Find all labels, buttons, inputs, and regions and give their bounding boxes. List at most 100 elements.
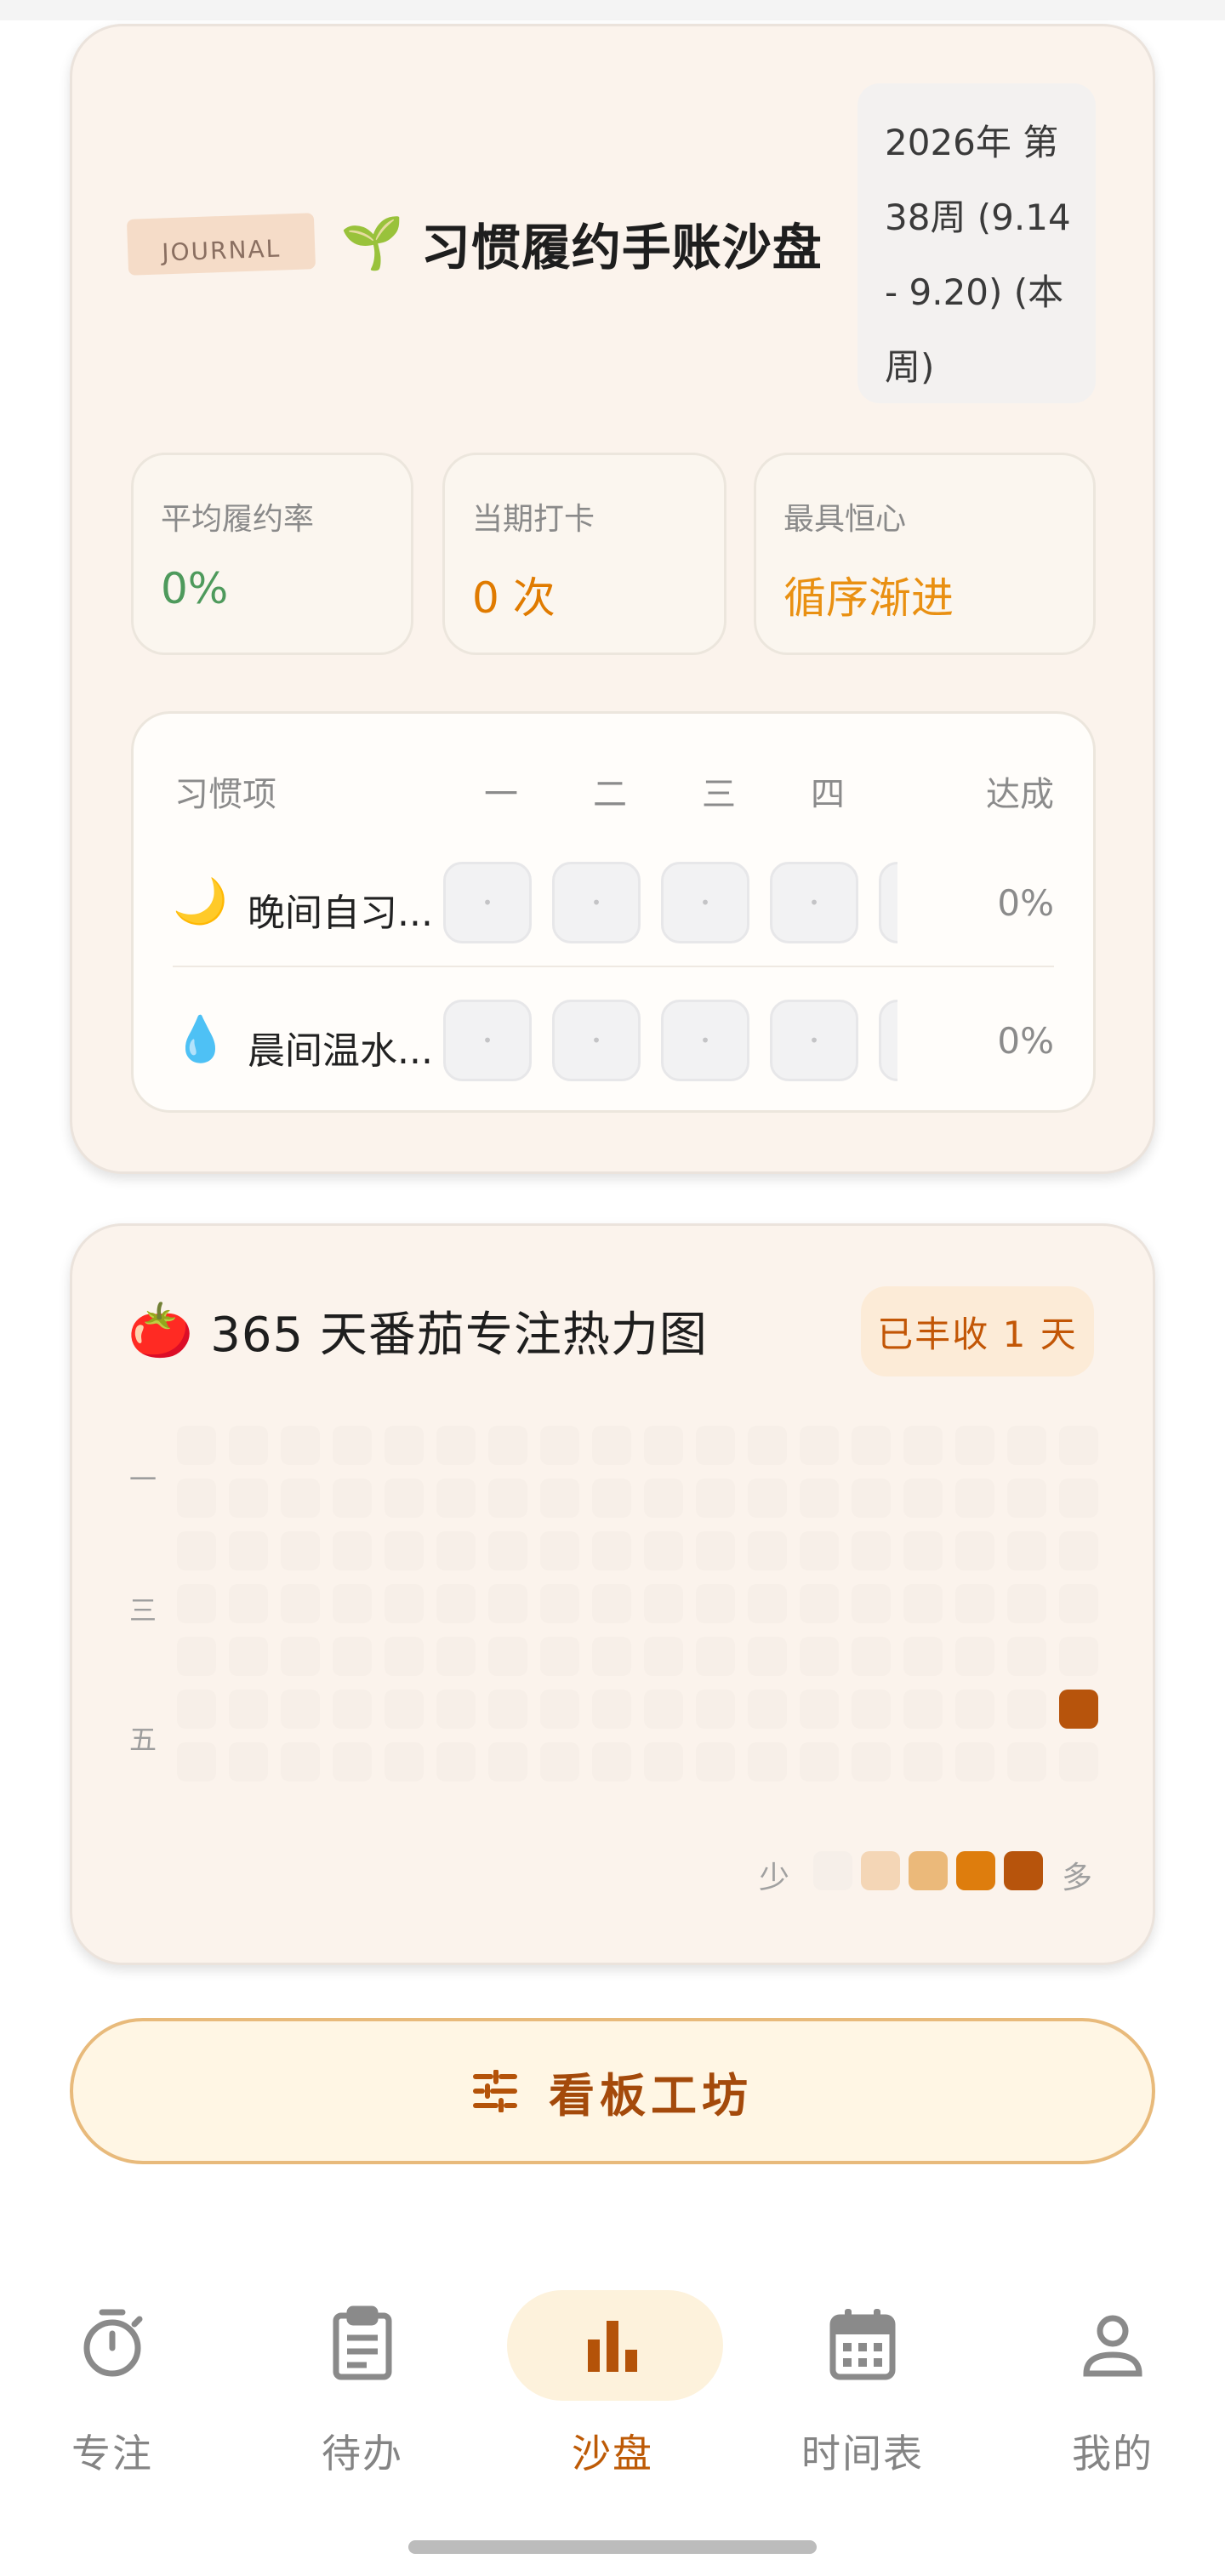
checkin-cell[interactable]: • xyxy=(661,862,749,943)
heatmap-cell[interactable] xyxy=(1007,1742,1046,1781)
heatmap-cell[interactable] xyxy=(177,1426,216,1465)
heatmap-cell[interactable] xyxy=(436,1531,476,1570)
habit-name[interactable]: 晚间自习... xyxy=(248,882,448,937)
heatmap-cell[interactable] xyxy=(592,1637,631,1676)
checkin-cell[interactable]: • xyxy=(770,1000,858,1081)
heatmap-cell[interactable] xyxy=(696,1742,735,1781)
heatmap-cell[interactable] xyxy=(177,1479,216,1518)
heatmap-cell[interactable] xyxy=(800,1426,839,1465)
heatmap-cell[interactable] xyxy=(488,1637,527,1676)
heatmap-cell[interactable] xyxy=(229,1479,268,1518)
heatmap-cell[interactable] xyxy=(955,1426,994,1465)
heatmap-cell[interactable] xyxy=(488,1479,527,1518)
heatmap-cell[interactable] xyxy=(903,1531,943,1570)
heatmap-cell[interactable] xyxy=(333,1690,372,1729)
heatmap-cell[interactable] xyxy=(696,1426,735,1465)
habit-name[interactable]: 晨间温水... xyxy=(248,1020,448,1074)
nav-tab-timetable[interactable]: 时间表 xyxy=(752,2271,973,2476)
heatmap-cell[interactable] xyxy=(333,1531,372,1570)
heatmap-cell[interactable] xyxy=(385,1479,424,1518)
heatmap-cell[interactable] xyxy=(592,1690,631,1729)
heatmap-cell[interactable] xyxy=(696,1637,735,1676)
heatmap-cell[interactable] xyxy=(540,1637,579,1676)
heatmap-cell[interactable] xyxy=(1007,1690,1046,1729)
heatmap-cell[interactable] xyxy=(644,1742,683,1781)
heatmap-cell[interactable] xyxy=(955,1479,994,1518)
heatmap-cell[interactable] xyxy=(540,1690,579,1729)
heatmap-cell[interactable] xyxy=(1059,1742,1098,1781)
heatmap-cell[interactable] xyxy=(1007,1637,1046,1676)
heatmap-cell[interactable] xyxy=(281,1584,320,1623)
heatmap-cell[interactable] xyxy=(229,1584,268,1623)
checkin-cell-partial[interactable] xyxy=(879,1000,897,1081)
heatmap-cell[interactable] xyxy=(488,1531,527,1570)
heatmap-cell[interactable] xyxy=(1007,1584,1046,1623)
heatmap-cell[interactable] xyxy=(1059,1479,1098,1518)
heatmap-cell[interactable] xyxy=(488,1584,527,1623)
heatmap-cell[interactable] xyxy=(540,1479,579,1518)
heatmap-cell[interactable] xyxy=(229,1742,268,1781)
heatmap-cell[interactable] xyxy=(852,1742,891,1781)
heatmap-cell[interactable] xyxy=(748,1479,787,1518)
heatmap-cell[interactable] xyxy=(436,1742,476,1781)
heatmap-cell[interactable] xyxy=(955,1637,994,1676)
heatmap-cell[interactable] xyxy=(385,1426,424,1465)
heatmap-cell[interactable] xyxy=(281,1742,320,1781)
heatmap-cell[interactable] xyxy=(748,1637,787,1676)
heatmap-cell[interactable] xyxy=(800,1637,839,1676)
heatmap-cell[interactable] xyxy=(333,1742,372,1781)
heatmap-cell[interactable] xyxy=(903,1690,943,1729)
heatmap-cell[interactable] xyxy=(955,1742,994,1781)
heatmap-cell[interactable] xyxy=(592,1584,631,1623)
checkin-cell[interactable]: • xyxy=(552,862,641,943)
heatmap-cell[interactable] xyxy=(644,1584,683,1623)
heatmap-cell[interactable] xyxy=(281,1690,320,1729)
heatmap-cell[interactable] xyxy=(748,1531,787,1570)
heatmap-cell[interactable] xyxy=(696,1584,735,1623)
heatmap-cell[interactable] xyxy=(488,1426,527,1465)
heatmap-cell[interactable] xyxy=(436,1690,476,1729)
heatmap-cell[interactable] xyxy=(333,1426,372,1465)
heatmap-cell[interactable] xyxy=(436,1479,476,1518)
heatmap-cell[interactable] xyxy=(333,1584,372,1623)
heatmap-cell[interactable] xyxy=(436,1637,476,1676)
heatmap-cell[interactable] xyxy=(436,1426,476,1465)
heatmap-cell[interactable] xyxy=(955,1690,994,1729)
heatmap-cell[interactable] xyxy=(229,1690,268,1729)
heatmap-cell[interactable] xyxy=(644,1426,683,1465)
heatmap-cell[interactable] xyxy=(385,1690,424,1729)
heatmap-cell[interactable] xyxy=(592,1426,631,1465)
heatmap-cell[interactable] xyxy=(748,1690,787,1729)
heatmap-cell[interactable] xyxy=(229,1531,268,1570)
heatmap-cell[interactable] xyxy=(229,1426,268,1465)
heatmap-cell[interactable] xyxy=(177,1584,216,1623)
heatmap-cell[interactable] xyxy=(385,1531,424,1570)
heatmap-cell[interactable] xyxy=(903,1637,943,1676)
heatmap-cell[interactable] xyxy=(1007,1479,1046,1518)
week-range-selector[interactable]: 2026年 第38周 (9.14 - 9.20) (本周) xyxy=(858,83,1096,403)
checkin-cell[interactable]: • xyxy=(552,1000,641,1081)
heatmap-cell[interactable] xyxy=(1059,1531,1098,1570)
heatmap-cell[interactable] xyxy=(540,1742,579,1781)
heatmap-cell[interactable] xyxy=(852,1584,891,1623)
heatmap-cell[interactable] xyxy=(592,1531,631,1570)
heatmap-cell[interactable] xyxy=(955,1584,994,1623)
heatmap-cell[interactable] xyxy=(903,1426,943,1465)
heatmap-cell[interactable] xyxy=(852,1637,891,1676)
checkin-cell[interactable]: • xyxy=(443,1000,532,1081)
heatmap-cell[interactable] xyxy=(540,1531,579,1570)
nav-tab-sandbox[interactable]: 沙盘 xyxy=(502,2271,723,2476)
heatmap-cell[interactable] xyxy=(852,1426,891,1465)
heatmap-cell[interactable] xyxy=(1059,1637,1098,1676)
checkin-cell-partial[interactable] xyxy=(879,862,897,943)
heatmap-cell[interactable] xyxy=(333,1479,372,1518)
heatmap-cell[interactable] xyxy=(748,1742,787,1781)
heatmap-cell[interactable] xyxy=(1059,1584,1098,1623)
heatmap-cell[interactable] xyxy=(800,1690,839,1729)
dashboard-workshop-button[interactable]: 看板工坊 xyxy=(70,2018,1155,2164)
heatmap-cell[interactable] xyxy=(385,1637,424,1676)
heatmap-cell[interactable] xyxy=(1059,1426,1098,1465)
heatmap-cell[interactable] xyxy=(1007,1531,1046,1570)
heatmap-cell[interactable] xyxy=(696,1479,735,1518)
nav-tab-todo[interactable]: 待办 xyxy=(252,2271,473,2476)
